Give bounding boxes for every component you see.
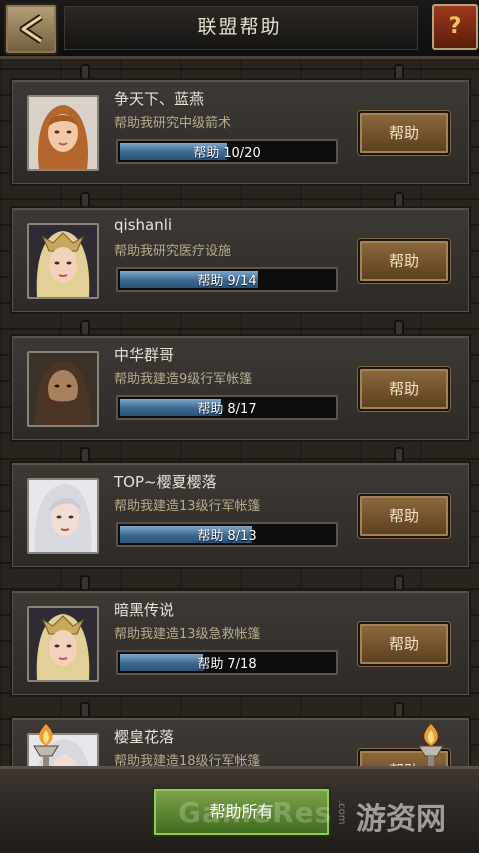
avatar <box>27 95 99 171</box>
help-request-card: 争天下、蓝燕 帮助我研究中级箭术 帮助 10/20 帮助 <box>12 80 469 184</box>
progress-label: 帮助 <box>197 274 224 289</box>
chain-decoration <box>394 447 404 463</box>
chain-decoration <box>394 702 404 718</box>
progress-label: 帮助 <box>197 657 224 672</box>
torch-icon <box>33 724 59 766</box>
help-progress-bar: 帮助 8/13 <box>116 522 338 547</box>
header-bar: 联盟帮助 ? <box>0 0 479 59</box>
progress-label: 帮助 <box>197 529 224 544</box>
watermark-text: GameRes <box>178 796 333 829</box>
chain-decoration <box>80 575 90 591</box>
progress-label: 帮助 <box>193 146 220 161</box>
help-button[interactable]: 帮助 <box>358 111 450 155</box>
help-button[interactable]: 帮助 <box>358 239 450 283</box>
chain-decoration <box>394 320 404 336</box>
avatar <box>27 223 99 299</box>
help-button[interactable]: 帮助 <box>358 367 450 411</box>
help-request-card: 暗黑传说 帮助我建造13级急救帐篷 帮助 7/18 帮助 <box>12 591 469 695</box>
requester-name: TOP~樱夏樱落 <box>114 473 217 491</box>
requester-name: 中华群哥 <box>114 346 175 364</box>
watermark-cn: 游资网 <box>356 802 446 837</box>
help-button[interactable]: 帮助 <box>358 494 450 538</box>
progress-count: 7/18 <box>227 657 257 672</box>
chain-decoration <box>394 192 404 208</box>
progress-count: 10/20 <box>223 146 261 161</box>
request-task: 帮助我建造13级急救帐篷 <box>114 627 261 642</box>
progress-count: 8/17 <box>227 402 257 417</box>
progress-count: 8/13 <box>227 529 257 544</box>
chain-decoration <box>80 192 90 208</box>
question-icon[interactable]: ? <box>432 4 478 50</box>
back-arrow-icon <box>19 14 43 44</box>
request-task: 帮助我建造9级行军帐篷 <box>114 372 253 387</box>
request-task: 帮助我研究中级箭术 <box>114 116 232 131</box>
progress-count: 9/14 <box>227 274 257 289</box>
page-title: 联盟帮助 <box>197 16 282 38</box>
request-task: 帮助我建造13级行军帐篷 <box>114 499 261 514</box>
chain-decoration <box>80 320 90 336</box>
help-request-card: TOP~樱夏樱落 帮助我建造13级行军帐篷 帮助 8/13 帮助 <box>12 463 469 567</box>
progress-label: 帮助 <box>197 402 224 417</box>
help-button[interactable]: 帮助 <box>358 622 450 666</box>
avatar <box>27 606 99 682</box>
chain-decoration <box>80 447 90 463</box>
requester-name: 樱皇花落 <box>114 728 175 746</box>
request-task: 帮助我研究医疗设施 <box>114 244 232 259</box>
help-progress-bar: 帮助 7/18 <box>116 650 338 675</box>
help-progress-bar: 帮助 9/14 <box>116 267 338 292</box>
help-request-card: 中华群哥 帮助我建造9级行军帐篷 帮助 8/17 帮助 <box>12 336 469 440</box>
requester-name: 暗黑传说 <box>114 601 175 619</box>
back-button[interactable] <box>4 3 58 55</box>
requester-name: 争天下、蓝燕 <box>114 90 205 108</box>
requester-name: qishanli <box>114 216 173 234</box>
chain-decoration <box>80 64 90 80</box>
chain-decoration <box>80 702 90 718</box>
help-progress-bar: 帮助 8/17 <box>116 395 338 420</box>
watermark-domain: .com <box>336 800 347 825</box>
torch-icon <box>418 724 444 766</box>
chain-decoration <box>394 64 404 80</box>
avatar <box>27 351 99 427</box>
help-request-card: qishanli 帮助我研究医疗设施 帮助 9/14 帮助 <box>12 208 469 312</box>
chain-decoration <box>394 575 404 591</box>
help-progress-bar: 帮助 10/20 <box>116 139 338 164</box>
avatar <box>27 478 99 554</box>
